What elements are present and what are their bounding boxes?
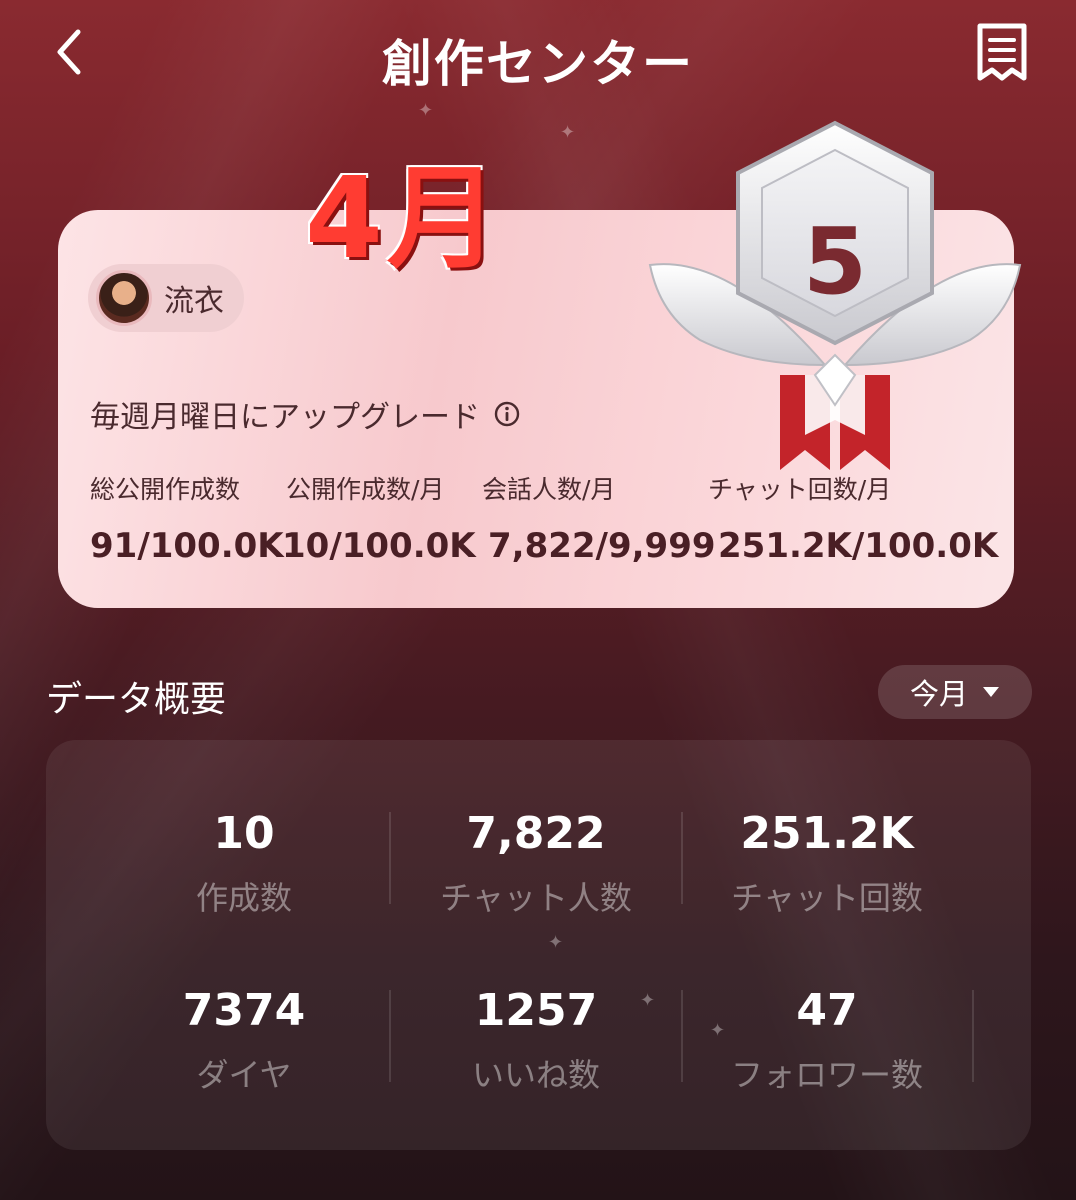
divider	[389, 990, 391, 1082]
info-icon[interactable]	[494, 401, 520, 427]
metric-label: フォロワー数	[730, 1056, 923, 1094]
metric-label: いいね数	[471, 1056, 600, 1094]
metric-value: 10	[213, 808, 275, 859]
level-number: 5	[803, 208, 867, 315]
caret-down-icon	[983, 687, 999, 697]
avatar	[96, 270, 152, 326]
sparkle-icon: ✦	[418, 100, 434, 121]
metric-value: 251.2K	[740, 808, 914, 859]
metric-value: 7,822	[466, 808, 606, 859]
metric-label: チャット回数	[731, 879, 923, 917]
metric-label: ダイヤ	[196, 1056, 292, 1094]
metric-item: 10 作成数	[104, 808, 384, 919]
metric-value: 7374	[182, 985, 306, 1036]
metric-item: 7,822 チャット人数	[396, 808, 676, 919]
page-title: 創作センター	[382, 35, 694, 93]
stat-header: チャット回数/月	[708, 475, 892, 504]
month-overlay-label: 4月	[305, 154, 503, 284]
metric-item: 1257 いいね数	[396, 985, 676, 1096]
level-badge-icon: 5	[648, 120, 1022, 470]
period-dropdown[interactable]: 今月	[878, 665, 1032, 719]
divider	[681, 812, 683, 904]
divider	[681, 990, 683, 1082]
metric-label: チャット人数	[440, 879, 632, 917]
stat-header: 総公開作成数	[90, 475, 241, 504]
metric-item: 47 フォロワー数	[687, 985, 967, 1096]
author-name: 流衣	[164, 284, 224, 319]
upgrade-note-text: 毎週月曜日にアップグレード	[90, 400, 480, 435]
upgrade-note: 毎週月曜日にアップグレード	[90, 392, 520, 436]
metric-value: 1257	[474, 985, 598, 1036]
section-title: データ概要	[46, 679, 227, 720]
stat-header: 会話人数/月	[482, 475, 616, 504]
metrics-card: 10 作成数 7,822 チャット人数 251.2K チャット回数 7374 ダ…	[46, 740, 1031, 1150]
stat-value: 10/100.0K	[282, 526, 476, 566]
metric-label: 作成数	[195, 879, 292, 917]
sparkle-icon: ✦	[560, 122, 576, 143]
period-value: 今月	[909, 677, 968, 711]
metric-item: 251.2K チャット回数	[687, 808, 967, 919]
bookmark-list-icon[interactable]	[972, 20, 1032, 84]
stat-value: 91/100.0K	[90, 526, 284, 566]
metric-value: 47	[796, 985, 858, 1036]
stat-value: 7,822/9,999	[488, 526, 716, 566]
author-chip[interactable]: 流衣	[88, 264, 244, 332]
stat-value: 251.2K/100.0K	[718, 526, 999, 566]
metric-item: 7374 ダイヤ	[104, 985, 384, 1096]
divider	[972, 990, 974, 1082]
divider	[389, 812, 391, 904]
stat-header: 公開作成数/月	[286, 475, 445, 504]
